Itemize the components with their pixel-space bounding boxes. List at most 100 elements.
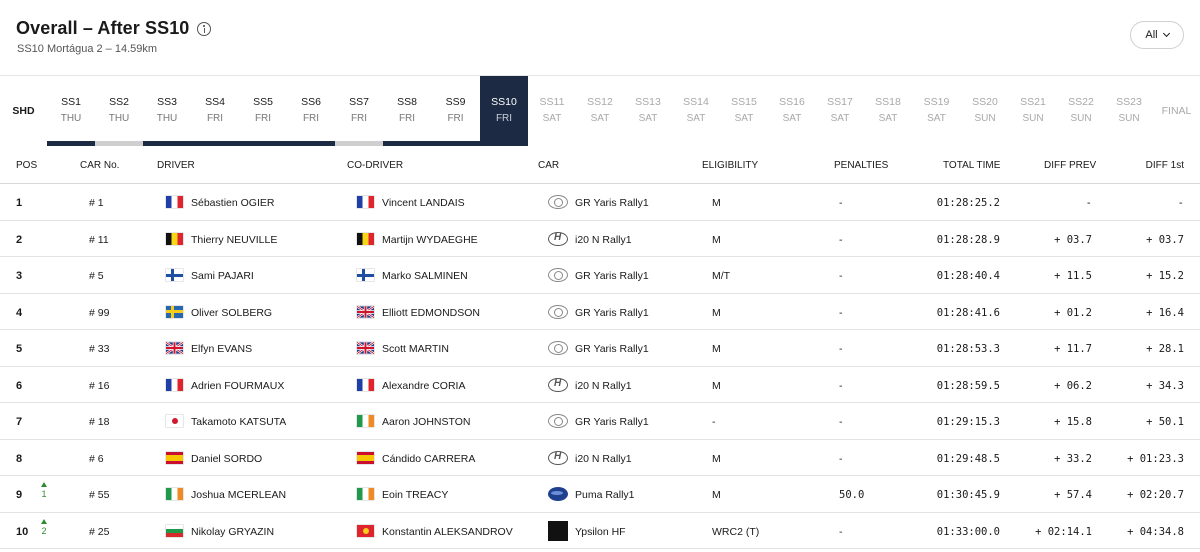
- results-table: POS CAR No. DRIVER CO-DRIVER CAR ELIGIBI…: [0, 147, 1200, 549]
- table-row[interactable]: 8 # 6 Daniel SORDO Cándido CARRERA i20 N…: [0, 440, 1200, 476]
- driver-name[interactable]: Thierry NEUVILLE: [191, 234, 277, 246]
- car-number: # 33: [89, 343, 110, 355]
- table-row[interactable]: 6 # 16 Adrien FOURMAUX Alexandre CORIA i…: [0, 367, 1200, 403]
- stage-tab-ss13[interactable]: SS13 SAT: [624, 76, 672, 146]
- co-driver-name[interactable]: Aaron JOHNSTON: [382, 416, 471, 428]
- driver-name[interactable]: Joshua MCERLEAN: [191, 489, 286, 501]
- diff-first: + 50.1: [1146, 416, 1184, 428]
- stage-tab-ss14[interactable]: SS14 SAT: [672, 76, 720, 146]
- diff-first: + 34.3: [1146, 379, 1184, 392]
- stage-progress-bar: [95, 141, 143, 146]
- driver-name[interactable]: Elfyn EVANS: [191, 343, 252, 355]
- stage-tab-ss19[interactable]: SS19 SAT: [912, 76, 961, 146]
- co-driver-name[interactable]: Eoin TREACY: [382, 489, 448, 501]
- stage-tab-ss18[interactable]: SS18 SAT: [864, 76, 912, 146]
- stage-tab-ss1[interactable]: SS1 THU: [47, 76, 95, 146]
- table-row[interactable]: 10 2 # 25 Nikolay GRYAZIN Konstantin ALE…: [0, 513, 1200, 549]
- stage-tab-final[interactable]: FINAL: [1153, 76, 1200, 146]
- stage-tab-shd[interactable]: SHD: [0, 76, 47, 146]
- co-driver-name[interactable]: Marko SALMINEN: [382, 270, 468, 282]
- stage-day: SAT: [542, 113, 562, 124]
- stage-code: SS12: [587, 96, 613, 108]
- eligibility: M: [712, 306, 721, 319]
- stage-code: SS1: [61, 96, 81, 108]
- table-row[interactable]: 1 # 1 Sébastien OGIER Vincent LANDAIS GR…: [0, 184, 1200, 221]
- stage-code: SS17: [827, 96, 853, 108]
- stage-tab-ss3[interactable]: SS3 THU: [143, 76, 191, 146]
- driver-name[interactable]: Adrien FOURMAUX: [191, 380, 284, 392]
- driver-name[interactable]: Sébastien OGIER: [191, 197, 274, 209]
- total-time: 01:29:15.3: [936, 416, 1000, 428]
- stage-tab-ss8[interactable]: SS8 FRI: [383, 76, 431, 146]
- stage-tab-ss2[interactable]: SS2 THU: [95, 76, 143, 146]
- col-co-driver[interactable]: CO-DRIVER: [347, 160, 403, 171]
- eligibility: WRC2 (T): [712, 525, 760, 538]
- stage-day: FRI: [398, 113, 416, 124]
- col-diff-first[interactable]: DIFF 1st: [1146, 160, 1184, 171]
- driver-name[interactable]: Oliver SOLBERG: [191, 307, 272, 319]
- stage-day: THU: [108, 113, 130, 124]
- stage-day: THU: [156, 113, 178, 124]
- car-number: # 6: [89, 452, 104, 465]
- co-driver-name[interactable]: Martijn WYDAEGHE: [382, 234, 478, 246]
- driver-name[interactable]: Takamoto KATSUTA: [191, 416, 286, 428]
- co-driver-name[interactable]: Alexandre CORIA: [382, 380, 465, 392]
- stage-tab-ss21[interactable]: SS21 SUN: [1009, 76, 1057, 146]
- stage-tab-ss22[interactable]: SS22 SUN: [1057, 76, 1105, 146]
- eligibility: M: [712, 233, 721, 246]
- stage-tab-ss6[interactable]: SS6 FRI: [287, 76, 335, 146]
- col-total-time[interactable]: TOTAL TIME: [943, 160, 1000, 171]
- info-icon[interactable]: [197, 21, 212, 36]
- co-driver-name[interactable]: Konstantin ALEKSANDROV: [382, 526, 513, 538]
- table-row[interactable]: 4 # 99 Oliver SOLBERG Elliott EDMONDSON …: [0, 294, 1200, 330]
- col-penalties[interactable]: PENALTIES: [834, 160, 888, 171]
- filter-dropdown[interactable]: All: [1130, 21, 1184, 49]
- stage-code: SS15: [731, 96, 757, 108]
- col-eligibility[interactable]: ELIGIBILITY: [702, 160, 758, 171]
- table-row[interactable]: 2 # 11 Thierry NEUVILLE Martijn WYDAEGHE…: [0, 221, 1200, 257]
- col-car-no[interactable]: CAR No.: [80, 160, 119, 171]
- penalties: -: [839, 416, 843, 428]
- driver-name[interactable]: Daniel SORDO: [191, 453, 262, 465]
- stage-tab-ss11[interactable]: SS11 SAT: [528, 76, 576, 146]
- stage-tab-ss20[interactable]: SS20 SUN: [961, 76, 1009, 146]
- stage-tab-ss17[interactable]: SS17 SAT: [816, 76, 864, 146]
- diff-first: + 28.1: [1146, 343, 1184, 355]
- stage-tab-ss9[interactable]: SS9 FRI: [431, 76, 480, 146]
- col-diff-prev[interactable]: DIFF PREV: [1044, 160, 1096, 171]
- stage-tab-ss7[interactable]: SS7 FRI: [335, 76, 383, 146]
- flag-gb-icon: [357, 342, 374, 354]
- col-car[interactable]: CAR: [538, 160, 559, 171]
- table-row[interactable]: 9 1 # 55 Joshua MCERLEAN Eoin TREACY Pum…: [0, 476, 1200, 513]
- driver-name[interactable]: Sami PAJARI: [191, 270, 254, 282]
- stage-code: SS20: [972, 96, 998, 108]
- stage-day: SAT: [686, 113, 706, 124]
- stage-tab-ss4[interactable]: SS4 FRI: [191, 76, 239, 146]
- flag-fr-icon: [166, 196, 183, 208]
- stage-day: SUN: [1070, 113, 1092, 124]
- stage-code: SS23: [1116, 96, 1142, 108]
- co-driver-name[interactable]: Cándido CARRERA: [382, 453, 475, 465]
- table-row[interactable]: 5 # 33 Elfyn EVANS Scott MARTIN GR Yaris…: [0, 330, 1200, 367]
- ford-icon: [548, 487, 568, 501]
- stage-progress-bar: [239, 141, 287, 146]
- position: 6: [16, 379, 23, 392]
- col-driver[interactable]: DRIVER: [157, 160, 195, 171]
- table-row[interactable]: 7 # 18 Takamoto KATSUTA Aaron JOHNSTON G…: [0, 403, 1200, 440]
- col-pos[interactable]: POS: [16, 160, 37, 171]
- driver-name[interactable]: Nikolay GRYAZIN: [191, 526, 274, 538]
- stage-tab-ss10[interactable]: SS10 FRI: [480, 76, 528, 146]
- co-driver-name[interactable]: Elliott EDMONDSON: [382, 307, 480, 319]
- stage-tab-ss23[interactable]: SS23 SUN: [1105, 76, 1153, 146]
- stage-tab-ss15[interactable]: SS15 SAT: [720, 76, 768, 146]
- co-driver-name[interactable]: Scott MARTIN: [382, 343, 449, 355]
- car-number: # 25: [89, 525, 110, 538]
- stage-tab-ss12[interactable]: SS12 SAT: [576, 76, 624, 146]
- total-time: 01:29:48.5: [936, 452, 1000, 465]
- diff-first: + 16.4: [1146, 306, 1184, 319]
- co-driver-name[interactable]: Vincent LANDAIS: [382, 197, 465, 209]
- stage-tab-ss5[interactable]: SS5 FRI: [239, 76, 287, 146]
- table-row[interactable]: 3 # 5 Sami PAJARI Marko SALMINEN GR Yari…: [0, 257, 1200, 294]
- penalties: 50.0: [839, 489, 865, 501]
- stage-tab-ss16[interactable]: SS16 SAT: [768, 76, 816, 146]
